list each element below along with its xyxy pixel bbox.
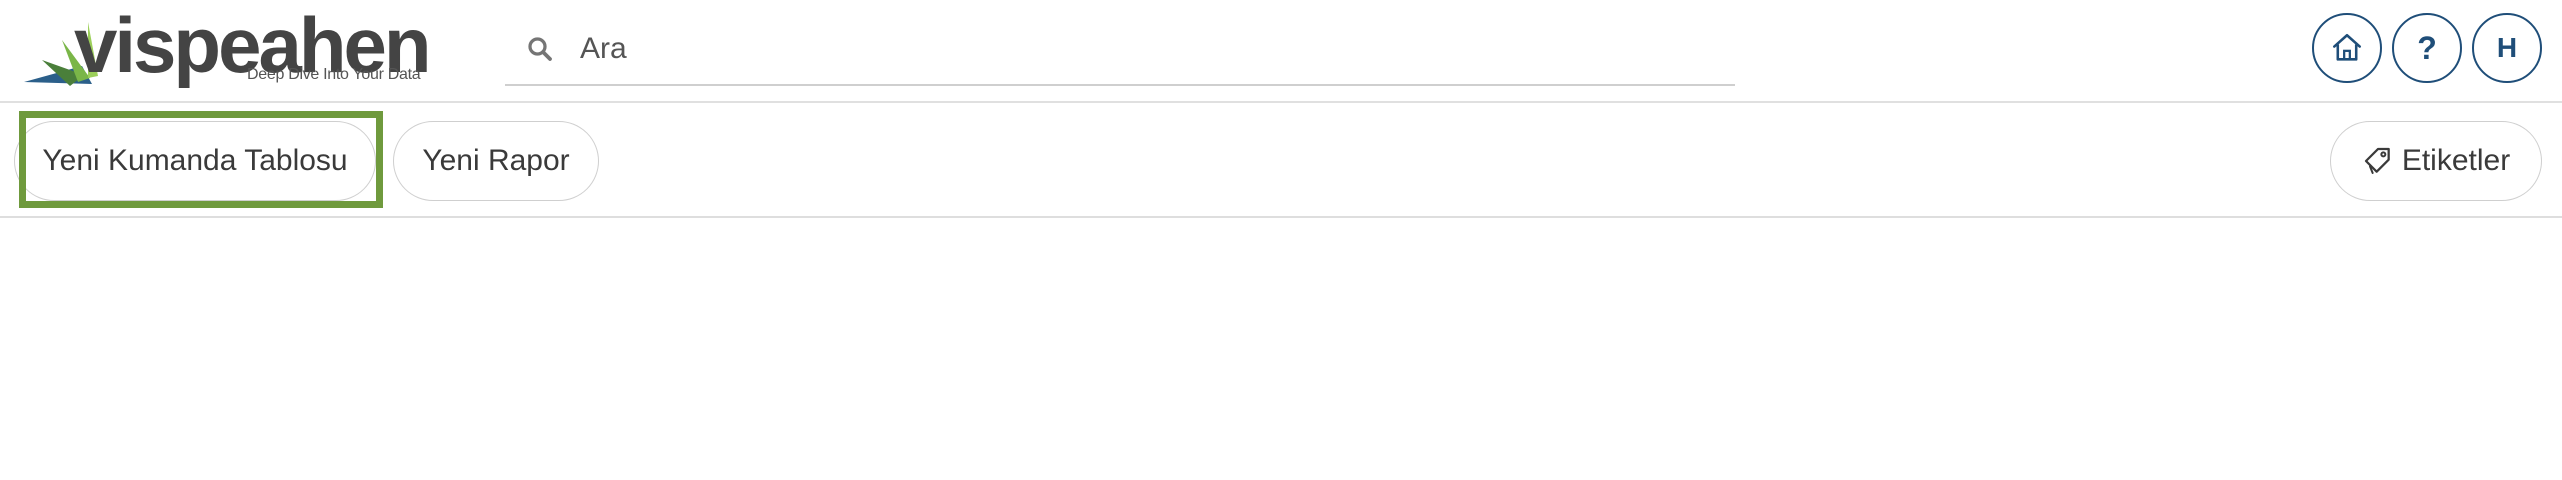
search-bar (505, 12, 1735, 86)
new-report-label: Yeni Rapor (422, 144, 570, 177)
top-header: vispeahen Deep Dive Into Your Data ? H (0, 0, 2562, 103)
search-input[interactable] (580, 24, 1700, 74)
tag-icon (2362, 145, 2394, 177)
new-dashboard-button[interactable]: Yeni Kumanda Tablosu (14, 121, 376, 201)
app-logo[interactable]: vispeahen Deep Dive Into Your Data (22, 6, 432, 90)
logo-tagline: Deep Dive Into Your Data (247, 66, 421, 83)
home-button[interactable] (2312, 13, 2382, 83)
tags-button[interactable]: Etiketler (2330, 121, 2542, 201)
help-button[interactable]: ? (2392, 13, 2462, 83)
help-icon: ? (2417, 29, 2437, 66)
user-avatar-button[interactable]: H (2472, 13, 2542, 83)
new-dashboard-label: Yeni Kumanda Tablosu (42, 144, 348, 177)
tags-label: Etiketler (2401, 144, 2511, 177)
new-report-button[interactable]: Yeni Rapor (393, 121, 599, 201)
user-initial: H (2496, 32, 2518, 63)
search-icon (528, 37, 552, 61)
home-icon (2332, 33, 2362, 61)
action-bar: Yeni Kumanda Tablosu Yeni Rapor Etiketle… (0, 105, 2562, 218)
